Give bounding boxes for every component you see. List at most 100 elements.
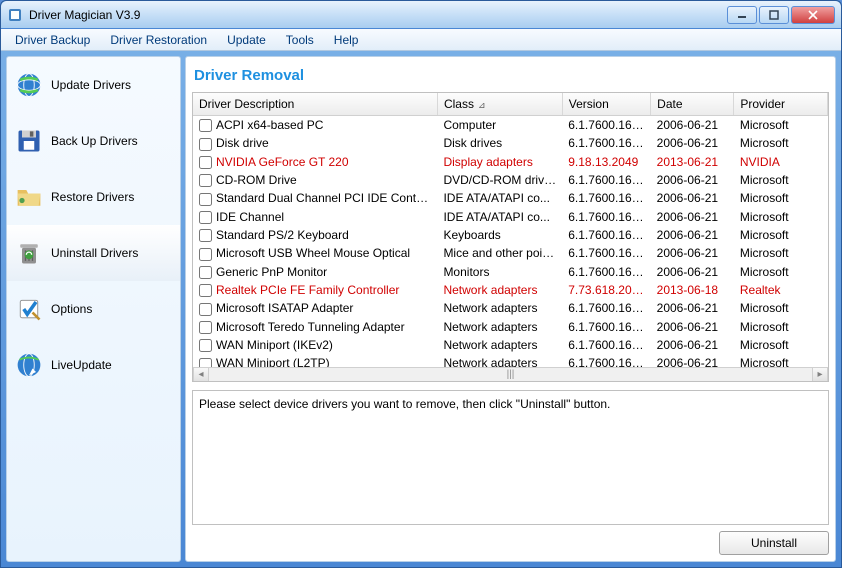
cell-version: 6.1.7600.163...: [562, 171, 650, 189]
cell-class: Mice and other poin...: [437, 244, 562, 262]
cell-date: 2006-06-21: [651, 171, 734, 189]
cell-description: NVIDIA GeForce GT 220: [216, 155, 349, 169]
col-class[interactable]: Class⊿: [437, 93, 562, 116]
cell-class: Computer: [437, 116, 562, 135]
cell-version: 6.1.7600.163...: [562, 244, 650, 262]
close-button[interactable]: [791, 6, 835, 24]
sidebar-item-back-up-drivers[interactable]: Back Up Drivers: [7, 113, 180, 169]
status-message: Please select device drivers you want to…: [192, 390, 829, 525]
cell-date: 2006-06-21: [651, 226, 734, 244]
menu-tools[interactable]: Tools: [276, 31, 324, 49]
cell-provider: Microsoft: [734, 263, 828, 281]
cell-class: Network adapters: [437, 299, 562, 317]
table-row[interactable]: IDE ChannelIDE ATA/ATAPI co...6.1.7600.1…: [193, 208, 828, 226]
row-checkbox[interactable]: [199, 339, 212, 352]
maximize-button[interactable]: [759, 6, 789, 24]
hscroll-track[interactable]: |||: [209, 369, 812, 380]
driver-table-scroll[interactable]: Driver Description Class⊿ Version Date P…: [193, 93, 828, 367]
sidebar-item-restore-drivers[interactable]: Restore Drivers: [7, 169, 180, 225]
row-checkbox[interactable]: [199, 358, 212, 367]
cell-version: 6.1.7600.163...: [562, 263, 650, 281]
row-checkbox[interactable]: [199, 119, 212, 132]
row-checkbox[interactable]: [199, 284, 212, 297]
table-row[interactable]: Microsoft Teredo Tunneling AdapterNetwor…: [193, 318, 828, 336]
table-row[interactable]: CD-ROM DriveDVD/CD-ROM drives6.1.7600.16…: [193, 171, 828, 189]
driver-table-container: Driver Description Class⊿ Version Date P…: [192, 92, 829, 382]
titlebar[interactable]: Driver Magician V3.9: [1, 1, 841, 29]
table-row[interactable]: WAN Miniport (IKEv2)Network adapters6.1.…: [193, 336, 828, 354]
cell-description: WAN Miniport (L2TP): [216, 356, 330, 367]
cell-class: Disk drives: [437, 134, 562, 152]
cell-description: WAN Miniport (IKEv2): [216, 338, 333, 352]
menu-driver-backup[interactable]: Driver Backup: [5, 31, 100, 49]
table-row[interactable]: ACPI x64-based PCComputer6.1.7600.163...…: [193, 116, 828, 135]
cell-description: Microsoft USB Wheel Mouse Optical: [216, 246, 410, 260]
table-row[interactable]: Realtek PCIe FE Family ControllerNetwork…: [193, 281, 828, 299]
menu-driver-restoration[interactable]: Driver Restoration: [100, 31, 217, 49]
sidebar-item-update-drivers[interactable]: Update Drivers: [7, 57, 180, 113]
cell-provider: Microsoft: [734, 318, 828, 336]
table-row[interactable]: Standard PS/2 KeyboardKeyboards6.1.7600.…: [193, 226, 828, 244]
cell-version: 6.1.7600.163...: [562, 318, 650, 336]
table-row[interactable]: Disk driveDisk drives6.1.7600.163...2006…: [193, 134, 828, 152]
cell-date: 2006-06-21: [651, 208, 734, 226]
driver-table: Driver Description Class⊿ Version Date P…: [193, 93, 828, 367]
cell-description: IDE Channel: [216, 210, 284, 224]
row-checkbox[interactable]: [199, 156, 212, 169]
sidebar-item-label: Options: [51, 302, 92, 316]
uninstall-button[interactable]: Uninstall: [719, 531, 829, 555]
cell-provider: Realtek: [734, 281, 828, 299]
cell-date: 2006-06-21: [651, 263, 734, 281]
sidebar-item-options[interactable]: Options: [7, 281, 180, 337]
col-description[interactable]: Driver Description: [193, 93, 437, 116]
table-row[interactable]: NVIDIA GeForce GT 220Display adapters9.1…: [193, 153, 828, 171]
cell-provider: Microsoft: [734, 226, 828, 244]
sidebar-item-label: Uninstall Drivers: [51, 246, 138, 260]
cell-provider: Microsoft: [734, 336, 828, 354]
cell-date: 2006-06-21: [651, 116, 734, 135]
cell-description: Standard PS/2 Keyboard: [216, 228, 349, 242]
cell-version: 6.1.7600.163...: [562, 189, 650, 207]
table-row[interactable]: Generic PnP MonitorMonitors6.1.7600.163.…: [193, 263, 828, 281]
sidebar-item-label: Update Drivers: [51, 78, 131, 92]
globe-arrow-icon: [15, 351, 43, 379]
scroll-left-icon[interactable]: ◂: [193, 368, 209, 382]
menu-update[interactable]: Update: [217, 31, 276, 49]
scroll-right-icon[interactable]: ▸: [812, 368, 828, 382]
cell-version: 6.1.7600.163...: [562, 134, 650, 152]
window-controls: [727, 6, 835, 24]
row-checkbox[interactable]: [199, 321, 212, 334]
sidebar: Update Drivers Back Up DriversRestore Dri…: [6, 56, 181, 562]
row-checkbox[interactable]: [199, 211, 212, 224]
cell-class: Network adapters: [437, 318, 562, 336]
row-checkbox[interactable]: [199, 193, 212, 206]
sidebar-item-uninstall-drivers[interactable]: Uninstall Drivers: [7, 225, 180, 281]
col-date[interactable]: Date: [651, 93, 734, 116]
menu-help[interactable]: Help: [324, 31, 369, 49]
cell-provider: Microsoft: [734, 208, 828, 226]
cell-description: Microsoft ISATAP Adapter: [216, 301, 353, 315]
floppy-icon: [15, 127, 43, 155]
col-provider[interactable]: Provider: [734, 93, 828, 116]
row-checkbox[interactable]: [199, 174, 212, 187]
horizontal-scrollbar[interactable]: ◂ ||| ▸: [193, 367, 828, 381]
row-checkbox[interactable]: [199, 303, 212, 316]
folder-icon: [15, 183, 43, 211]
row-checkbox[interactable]: [199, 229, 212, 242]
minimize-button[interactable]: [727, 6, 757, 24]
table-row[interactable]: WAN Miniport (L2TP)Network adapters6.1.7…: [193, 354, 828, 367]
col-version[interactable]: Version: [562, 93, 650, 116]
menubar: Driver Backup Driver Restoration Update …: [1, 29, 841, 51]
row-checkbox[interactable]: [199, 138, 212, 151]
content-area: Update Drivers Back Up DriversRestore Dri…: [1, 51, 841, 567]
table-row[interactable]: Microsoft ISATAP Adapter Network adapters…: [193, 299, 828, 317]
table-row[interactable]: Standard Dual Channel PCI IDE Controller…: [193, 189, 828, 207]
sidebar-item-liveupdate[interactable]: LiveUpdate: [7, 337, 180, 393]
row-checkbox[interactable]: [199, 248, 212, 261]
table-row[interactable]: Microsoft USB Wheel Mouse Optical Mice an…: [193, 244, 828, 262]
cell-version: 7.73.618.2013: [562, 281, 650, 299]
sort-indicator-icon: ⊿: [478, 100, 486, 110]
cell-date: 2006-06-21: [651, 244, 734, 262]
row-checkbox[interactable]: [199, 266, 212, 279]
cell-version: 6.1.7600.163...: [562, 226, 650, 244]
